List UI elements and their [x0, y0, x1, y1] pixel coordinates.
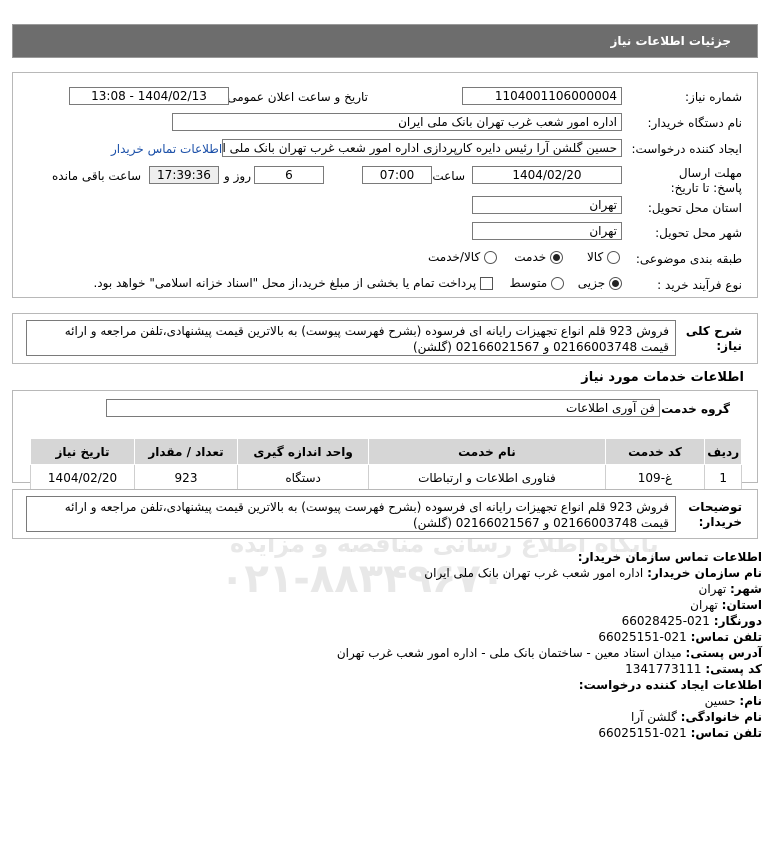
buyer-contact-link[interactable]: اطلاعات تماس خریدار — [111, 142, 222, 156]
table-row[interactable]: 1 غ-109 فناوری اطلاعات و ارتباطات دستگاه… — [29, 464, 742, 491]
process-medium-radio[interactable] — [551, 277, 564, 290]
cell-row: 1 — [704, 464, 742, 491]
category-label: طبقه بندی موضوعی: — [635, 252, 742, 266]
creator-phone-line: تلفن تماس: 021-66025151 — [22, 725, 762, 741]
summary-label: شرح کلی نیاز: — [685, 324, 742, 353]
creator-first-name-line: نام: حسین — [22, 693, 762, 709]
creator-first-name-label: نام: — [739, 694, 762, 708]
col-date: تاریخ نیاز — [29, 438, 136, 465]
creator-last-name-line: نام خانوادگی: گلشن آرا — [22, 709, 762, 725]
buyer-org-field[interactable]: اداره امور شعب غرب تهران بانک ملی ایران — [172, 113, 622, 131]
col-qty: تعداد / مقدار — [134, 438, 238, 465]
contact-postal: 1341773111 — [625, 662, 702, 676]
announce-field[interactable]: 1404/02/13 - 13:08 — [69, 87, 229, 105]
buyer-notes-label: توضیحات خریدار: — [688, 500, 742, 529]
cell-date: 1404/02/20 — [29, 464, 136, 491]
province-field[interactable]: تهران — [472, 196, 622, 214]
contact-province-label: استان: — [721, 598, 762, 612]
creator-phone: 021-66025151 — [598, 726, 687, 740]
cell-unit: دستگاه — [236, 464, 370, 491]
contact-phone: 021-66025151 — [598, 630, 687, 644]
page-title: جزئیات اطلاعات نیاز — [610, 34, 731, 48]
category-goods-radio[interactable] — [607, 251, 620, 264]
process-option-medium[interactable]: متوسط — [509, 276, 564, 290]
category-option-goods[interactable]: کالا — [587, 250, 620, 264]
category-service-label: خدمت — [514, 250, 547, 264]
cell-code: غ-109 — [604, 464, 706, 491]
contact-fax-line: دورنگار: 021-66028425 — [22, 613, 762, 629]
contact-phone-label: تلفن تماس: — [690, 630, 762, 644]
contact-province: تهران — [690, 598, 718, 612]
creator-last-name: گلشن آرا — [631, 710, 677, 724]
contact-phone-line: تلفن تماس: 021-66025151 — [22, 629, 762, 645]
contact-city: تهران — [698, 582, 727, 596]
service-group-label: گروه خدمت: — [656, 402, 730, 416]
process-option-minor[interactable]: جزیی — [578, 276, 622, 290]
services-table: ردیف کد خدمت نام خدمت واحد اندازه گیری ت… — [29, 438, 742, 491]
deadline-time-label: ساعت — [432, 169, 465, 183]
cell-name: فناوری اطلاعات و ارتباطات — [368, 464, 606, 491]
province-label: استان محل تحویل: — [647, 201, 742, 215]
contact-address-line: آدرس پستی: میدان استاد معین - ساختمان با… — [22, 645, 762, 661]
need-number-label: شماره نیاز: — [685, 90, 742, 104]
announce-label: تاریخ و ساعت اعلان عمومی: — [223, 90, 368, 104]
process-minor-label: جزیی — [577, 276, 606, 290]
col-row: ردیف — [704, 438, 742, 465]
contact-province-line: استان: تهران — [22, 597, 762, 613]
creator-phone-label: تلفن تماس: — [690, 726, 762, 740]
contact-org-label: نام سازمان خریدار: — [647, 566, 762, 580]
creator-label: ایجاد کننده درخواست: — [631, 142, 742, 156]
contact-city-label: شهر: — [730, 582, 762, 596]
contact-org-line: نام سازمان خریدار: اداره امور شعب غرب ته… — [22, 565, 762, 581]
days-field[interactable]: 6 — [254, 166, 324, 184]
col-name: نام خدمت — [368, 438, 606, 465]
category-goods-service-label: کالا/خدمت — [427, 250, 481, 264]
services-section-title: اطلاعات خدمات مورد نیاز — [581, 370, 744, 385]
contact-address: میدان استاد معین - ساختمان بانک ملی - اد… — [336, 646, 682, 660]
contact-postal-line: کد پستی: 1341773111 — [22, 661, 762, 677]
treasury-payment-checkbox[interactable] — [480, 277, 493, 290]
page-header: جزئیات اطلاعات نیاز — [12, 24, 758, 58]
buyer-notes-text: فروش 923 قلم انواع تجهیزات رایانه ای فرس… — [26, 496, 676, 532]
service-group-field[interactable]: فن آوری اطلاعات — [106, 399, 660, 417]
cell-qty: 923 — [134, 464, 238, 491]
city-field[interactable]: تهران — [472, 222, 622, 240]
services-grid: ردیف کد خدمت نام خدمت واحد اندازه گیری ت… — [29, 438, 742, 491]
process-label: نوع فرآیند خرید : — [657, 278, 742, 292]
remaining-label: ساعت باقی مانده — [52, 169, 142, 183]
deadline-label: مهلت ارسال پاسخ: تا تاریخ: — [670, 166, 742, 195]
creator-first-name: حسین — [704, 694, 736, 708]
treasury-payment-option[interactable]: پرداخت تمام یا بخشی از مبلغ خرید،از محل … — [93, 276, 493, 290]
creator-field[interactable]: حسین گلشن آرا رئیس دایره کارپردازی اداره… — [222, 139, 622, 157]
contact-title: اطلاعات تماس سازمان خریدار: — [577, 550, 762, 564]
contact-fax-label: دورنگار: — [713, 614, 762, 628]
contact-org: اداره امور شعب غرب تهران بانک ملی ایران — [424, 566, 644, 580]
contact-address-label: آدرس پستی: — [685, 646, 762, 660]
category-option-service[interactable]: خدمت — [514, 250, 563, 264]
category-service-radio[interactable] — [550, 251, 563, 264]
services-table-header: ردیف کد خدمت نام خدمت واحد اندازه گیری ت… — [29, 438, 742, 465]
contact-postal-label: کد پستی: — [705, 662, 762, 676]
col-code: کد خدمت — [604, 438, 706, 465]
days-label: روز و — [224, 169, 251, 183]
treasury-payment-note: پرداخت تمام یا بخشی از مبلغ خرید،از محل … — [93, 276, 477, 290]
creator-info-title: اطلاعات ایجاد کننده درخواست: — [578, 678, 762, 692]
creator-last-name-label: نام خانوادگی: — [680, 710, 762, 724]
need-number-field[interactable]: 1104001106000004 — [462, 87, 622, 105]
col-unit: واحد اندازه گیری — [236, 438, 370, 465]
contact-city-line: شهر: تهران — [22, 581, 762, 597]
category-goods-service-radio[interactable] — [484, 251, 497, 264]
buyer-org-label: نام دستگاه خریدار: — [647, 116, 743, 130]
remaining-time-field: 17:39:36 — [149, 166, 219, 184]
city-label: شهر محل تحویل: — [655, 226, 742, 240]
process-medium-label: متوسط — [509, 276, 548, 290]
buyer-contact-info: اطلاعات تماس سازمان خریدار: نام سازمان خ… — [22, 549, 762, 741]
deadline-time-field[interactable]: 07:00 — [362, 166, 432, 184]
summary-text: فروش 923 قلم انواع تجهیزات رایانه ای فرس… — [26, 320, 676, 356]
deadline-date-field[interactable]: 1404/02/20 — [472, 166, 622, 184]
category-goods-label: کالا — [586, 250, 604, 264]
contact-fax: 021-66028425 — [621, 614, 710, 628]
process-minor-radio[interactable] — [609, 277, 622, 290]
category-option-goods-service[interactable]: کالا/خدمت — [428, 250, 497, 264]
